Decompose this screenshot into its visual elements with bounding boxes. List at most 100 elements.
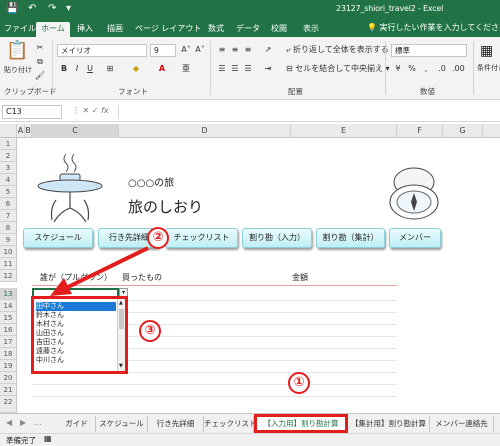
paste-icon[interactable]: 📋 bbox=[6, 41, 28, 61]
tab-home[interactable]: ホーム bbox=[36, 22, 70, 37]
merge-center-button[interactable]: ⊟ セルを結合して中央揃え ▾ bbox=[286, 64, 390, 74]
row-header[interactable]: 4 bbox=[0, 174, 17, 186]
row-header[interactable]: 20 bbox=[0, 372, 17, 384]
underline-icon[interactable]: U bbox=[84, 64, 96, 74]
sheet-scroll-left-icon[interactable]: ◀ bbox=[6, 418, 12, 427]
sheet-tab-destination[interactable]: 行き先詳細 bbox=[148, 416, 204, 432]
sheet-tab-checklist[interactable]: チェックリスト bbox=[204, 416, 257, 432]
select-all-corner[interactable] bbox=[0, 124, 17, 138]
row-header[interactable]: 18 bbox=[0, 348, 17, 360]
row-header[interactable]: 5 bbox=[0, 186, 17, 198]
dropdown-option[interactable]: 山田さん bbox=[36, 329, 116, 338]
tab-draw[interactable]: 描画 bbox=[104, 22, 126, 37]
row-header[interactable]: 7 bbox=[0, 210, 17, 222]
row-header[interactable]: 1 bbox=[0, 138, 17, 150]
format-painter-icon[interactable]: 🖌 bbox=[34, 71, 46, 81]
percent-icon[interactable]: % bbox=[406, 64, 418, 74]
row-header[interactable]: 3 bbox=[0, 162, 17, 174]
align-bottom-icon[interactable]: ≡ bbox=[242, 45, 254, 55]
column-a[interactable]: A bbox=[17, 124, 25, 138]
nav-members-button[interactable]: メンバー bbox=[389, 228, 441, 248]
tab-page-layout[interactable]: ページ レイアウト bbox=[135, 22, 201, 37]
tab-insert[interactable]: 挿入 bbox=[74, 22, 96, 37]
column-f[interactable]: F bbox=[397, 124, 443, 138]
dropdown-option[interactable]: 吉田さん bbox=[36, 338, 116, 347]
row-header[interactable]: 17 bbox=[0, 336, 17, 348]
conditional-format-label[interactable]: 条件付き書式 bbox=[477, 63, 500, 73]
align-left-icon[interactable]: ☰ bbox=[216, 64, 228, 74]
row-header[interactable]: 22 bbox=[0, 396, 17, 413]
row-header[interactable]: 8 bbox=[0, 222, 17, 234]
dropdown-option[interactable]: 田中さん bbox=[36, 302, 116, 311]
row-header[interactable]: 11 bbox=[0, 258, 17, 270]
tab-formulas[interactable]: 数式 bbox=[205, 22, 227, 37]
increase-decimal-icon[interactable]: .0 bbox=[436, 64, 448, 74]
sheet-tab-split-summary[interactable]: 【集計用】割り勘計算 bbox=[348, 416, 430, 432]
conditional-format-icon[interactable]: ▦ bbox=[480, 43, 493, 59]
row-header[interactable]: 21 bbox=[0, 384, 17, 396]
nav-split-input-button[interactable]: 割り勘（入力） bbox=[242, 228, 312, 248]
dropdown-option[interactable]: 中川さん bbox=[36, 356, 116, 365]
font-color-icon[interactable]: A bbox=[156, 64, 168, 74]
grow-font-icon[interactable]: A˄ bbox=[180, 45, 192, 55]
paste-label[interactable]: 貼り付け bbox=[4, 65, 32, 75]
phonetic-icon[interactable]: 亜 bbox=[180, 64, 192, 74]
quick-access-menu-icon[interactable]: ▾ bbox=[66, 3, 71, 15]
name-box[interactable]: C13 bbox=[2, 105, 62, 119]
shrink-font-icon[interactable]: A˅ bbox=[194, 45, 206, 55]
dropdown-option[interactable]: 木村さん bbox=[36, 320, 116, 329]
row-header[interactable]: 6 bbox=[0, 198, 17, 210]
tab-file[interactable]: ファイル bbox=[4, 22, 36, 37]
decrease-decimal-icon[interactable]: .00 bbox=[452, 64, 465, 74]
dropdown-list[interactable]: 田中さん 鈴木さん 木村さん 山田さん 吉田さん 遠藤さん 中川さん ▲ ▼ bbox=[31, 296, 128, 374]
border-icon[interactable]: ⊞ bbox=[104, 64, 116, 74]
nav-split-summary-button[interactable]: 割り勘（集計） bbox=[316, 228, 385, 248]
scroll-down-icon[interactable]: ▼ bbox=[119, 363, 123, 369]
nav-checklist-button[interactable]: チェックリスト bbox=[165, 228, 238, 248]
more-sheets-icon[interactable]: … bbox=[34, 418, 42, 427]
wrap-text-button[interactable]: ⤶ 折り返して全体を表示する bbox=[286, 45, 389, 55]
row-header[interactable]: 19 bbox=[0, 360, 17, 372]
align-center-icon[interactable]: ☰ bbox=[229, 64, 241, 74]
font-size-combo[interactable]: 9 bbox=[150, 44, 176, 57]
column-b[interactable]: B bbox=[25, 124, 32, 138]
italic-icon[interactable]: I bbox=[71, 64, 83, 74]
redo-icon[interactable]: ↷ bbox=[48, 3, 56, 15]
formula-input[interactable] bbox=[118, 105, 496, 119]
sheet-tab-members[interactable]: メンバー連絡先 bbox=[430, 416, 494, 432]
save-icon[interactable]: 💾 bbox=[6, 3, 18, 15]
bold-icon[interactable]: B bbox=[58, 64, 70, 74]
tell-me-box[interactable]: 💡 実行したい作業を入力してください bbox=[367, 22, 500, 33]
font-name-combo[interactable]: メイリオ bbox=[57, 44, 147, 57]
row-header[interactable]: 9 bbox=[0, 234, 17, 246]
currency-icon[interactable]: ¥ bbox=[392, 64, 404, 74]
comma-icon[interactable]: , bbox=[420, 64, 432, 74]
scroll-thumb[interactable] bbox=[119, 309, 124, 329]
macro-record-icon[interactable]: ▦ bbox=[44, 434, 52, 443]
align-top-icon[interactable]: ≡ bbox=[216, 45, 228, 55]
column-g[interactable]: G bbox=[443, 124, 483, 138]
number-format-combo[interactable]: 標準 bbox=[391, 44, 467, 57]
undo-icon[interactable]: ↶ bbox=[28, 3, 36, 15]
sheet-tab-split-input[interactable]: 【入力用】割り勘計算 bbox=[254, 414, 348, 433]
column-e[interactable]: E bbox=[291, 124, 397, 138]
dropdown-option[interactable]: 遠藤さん bbox=[36, 347, 116, 356]
align-middle-icon[interactable]: ≡ bbox=[229, 45, 241, 55]
sheet-tab-schedule[interactable]: スケジュール bbox=[96, 416, 148, 432]
orientation-icon[interactable]: ↗ bbox=[262, 45, 274, 55]
row-header[interactable]: 12 bbox=[0, 270, 17, 282]
tab-view[interactable]: 表示 bbox=[300, 22, 322, 37]
row-header[interactable]: 13 bbox=[0, 288, 17, 300]
cut-icon[interactable]: ✂ bbox=[34, 43, 46, 53]
copy-icon[interactable]: ⧉ bbox=[34, 57, 46, 67]
row-header[interactable]: 10 bbox=[0, 246, 17, 258]
fill-color-icon[interactable]: ◆ bbox=[130, 64, 142, 74]
sheet-tab-guide[interactable]: ガイド bbox=[58, 416, 96, 432]
align-right-icon[interactable]: ☰ bbox=[242, 64, 254, 74]
sheet-scroll-right-icon[interactable]: ▶ bbox=[20, 418, 26, 427]
row-header[interactable]: 15 bbox=[0, 312, 17, 324]
tab-data[interactable]: データ bbox=[236, 22, 260, 37]
row-header[interactable]: 14 bbox=[0, 300, 17, 312]
indent-icon[interactable]: ⇥ bbox=[262, 64, 274, 74]
dropdown-option[interactable]: 鈴木さん bbox=[36, 311, 116, 320]
